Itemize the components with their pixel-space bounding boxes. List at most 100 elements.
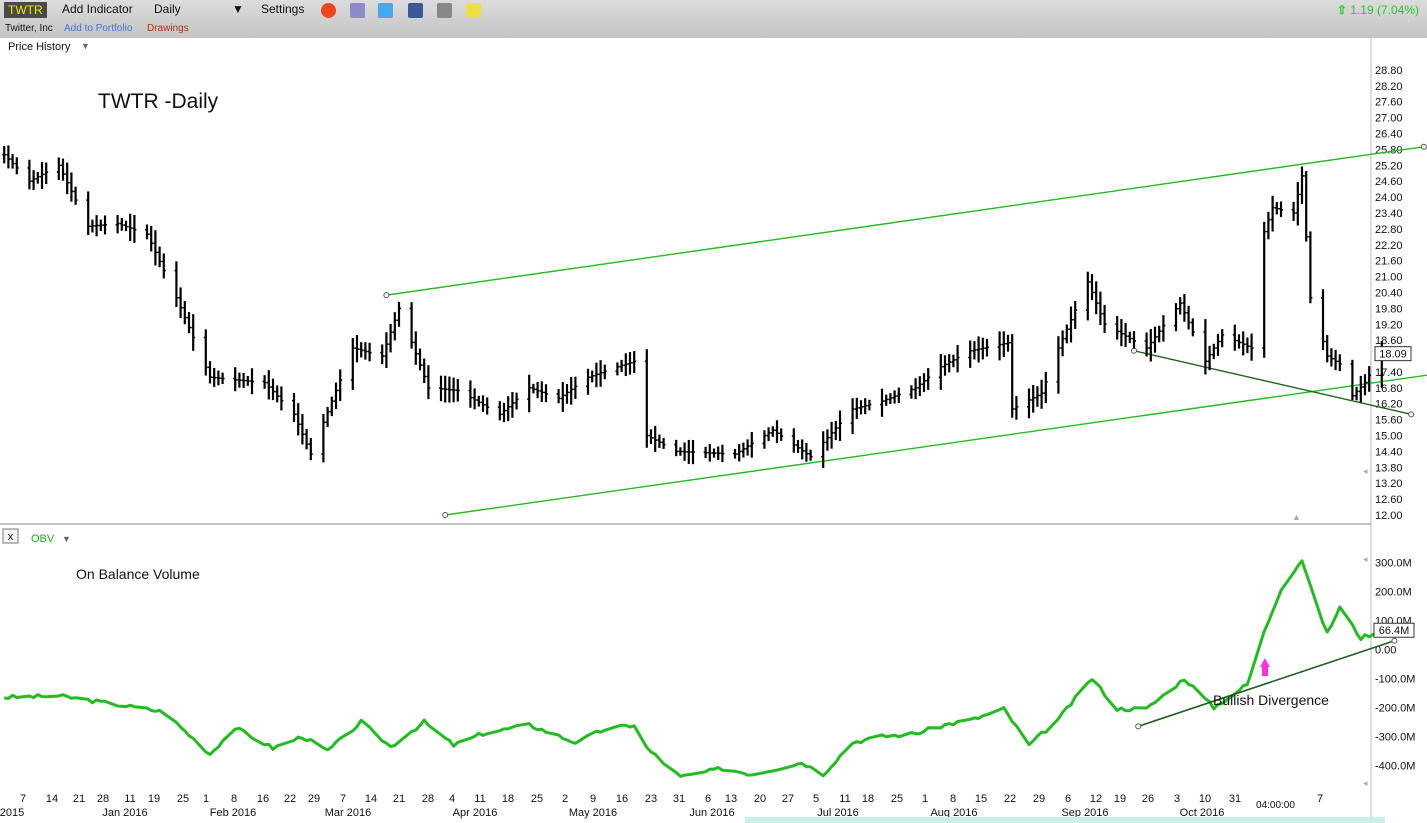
trendline-handle[interactable] — [1135, 723, 1142, 730]
price-tick-label: 13.80 — [1375, 462, 1403, 474]
price-tick-label: 28.20 — [1375, 81, 1403, 93]
up-arrow-icon: ⇧ — [1336, 3, 1347, 17]
obv-axis-bottom-arrow-icon[interactable]: ◂ — [1363, 778, 1368, 788]
x-day-tick-label: 8 — [231, 793, 237, 805]
close-icon[interactable]: x — [8, 531, 14, 543]
x-day-tick-label: 14 — [46, 793, 58, 805]
x-day-tick-label: 25 — [531, 793, 543, 805]
last-price-label: 18.09 — [1379, 349, 1407, 361]
x-day-tick-label: 18 — [502, 793, 514, 805]
price-history-chevron-icon[interactable]: ▼ — [81, 41, 90, 51]
x-day-tick-label: 7 — [20, 793, 26, 805]
price-tick-label: 21.00 — [1375, 272, 1403, 284]
twitter-icon[interactable] — [378, 3, 393, 18]
price-tick-label: 28.80 — [1375, 65, 1403, 77]
facebook-icon[interactable] — [408, 3, 423, 18]
price-tick-label: 27.00 — [1375, 113, 1403, 125]
price-tick-label: 19.80 — [1375, 303, 1403, 315]
x-day-tick-label: 31 — [673, 793, 685, 805]
obv-last-value-marker: 66.4M — [1373, 622, 1415, 638]
x-day-tick-label: 15 — [975, 793, 987, 805]
ticker-symbol[interactable]: TWTR — [4, 2, 47, 18]
x-day-tick-label: 1 — [203, 793, 209, 805]
price-change: ⇧ 1.19 (7.04%) — [1337, 3, 1419, 17]
x-day-tick-label: 5 — [813, 793, 819, 805]
trendline-handle[interactable] — [1408, 411, 1415, 418]
x-month-label: May 2016 — [569, 807, 617, 819]
chart-area: Price History ▼ TWTR -Daily 28.8028.2027… — [0, 38, 1427, 823]
x-day-tick-label: 26 — [1142, 793, 1154, 805]
scroll-up-icon[interactable]: ▲ — [1292, 512, 1301, 522]
alarm-clock-icon[interactable] — [321, 3, 336, 18]
add-to-portfolio-link[interactable]: Add to Portfolio — [64, 23, 132, 34]
price-tick-label: 24.00 — [1375, 192, 1403, 204]
obv-chevron-icon[interactable]: ▼ — [62, 534, 71, 544]
book-icon[interactable] — [350, 3, 365, 18]
trendline-handle[interactable] — [1131, 347, 1137, 354]
last-price-marker: 18.09 — [1374, 346, 1412, 362]
settings-button[interactable]: Settings — [261, 2, 304, 16]
chart-title: TWTR -Daily — [98, 90, 219, 113]
trendline-handle[interactable] — [1391, 637, 1398, 644]
x-day-tick-label: 27 — [782, 793, 794, 805]
price-tick-label: 20.40 — [1375, 287, 1403, 299]
note-icon[interactable] — [466, 3, 481, 18]
price-tick-label: 12.60 — [1375, 494, 1403, 506]
x-day-tick-label: 7 — [1317, 793, 1323, 805]
obv-title: On Balance Volume — [76, 566, 200, 582]
toolbar: TWTR Add Indicator Daily ▼ Settings Twit… — [0, 0, 1427, 39]
price-tick-label: 26.40 — [1375, 129, 1403, 141]
price-history-label[interactable]: Price History — [8, 41, 71, 53]
camera-icon[interactable] — [437, 3, 452, 18]
timeline-scrollbar[interactable] — [745, 817, 1385, 823]
divergence-arrow-shaft — [1262, 667, 1268, 676]
price-tick-label: 23.40 — [1375, 208, 1403, 220]
x-day-tick-label: 28 — [97, 793, 109, 805]
x-day-tick-label: 31 — [1229, 793, 1241, 805]
x-day-tick-label: 28 — [422, 793, 434, 805]
x-day-tick-label: 16 — [257, 793, 269, 805]
x-day-tick-label: 22 — [1004, 793, 1016, 805]
x-month-label: Apr 2016 — [453, 807, 498, 819]
price-tick-label: 13.20 — [1375, 478, 1403, 490]
time-label: 04:00:00 — [1256, 800, 1295, 811]
x-day-tick-label: 14 — [365, 793, 377, 805]
chevron-down-icon[interactable]: ▼ — [232, 2, 244, 16]
obv-tick-label: 200.0M — [1375, 587, 1412, 599]
x-day-tick-label: 2 — [562, 793, 568, 805]
x-day-tick-label: 4 — [449, 793, 455, 805]
trendline-handle[interactable] — [442, 512, 449, 518]
x-day-tick-label: 29 — [1033, 793, 1045, 805]
price-tick-label: 17.40 — [1375, 367, 1403, 379]
x-day-tick-label: 29 — [308, 793, 320, 805]
obv-indicator-label[interactable]: OBV — [31, 533, 55, 545]
x-day-tick-label: 23 — [645, 793, 657, 805]
x-month-label: Mar 2016 — [325, 807, 371, 819]
drawings-link[interactable]: Drawings — [147, 23, 189, 34]
x-month-label: Feb 2016 — [210, 807, 256, 819]
x-day-tick-label: 13 — [725, 793, 737, 805]
interval-select[interactable]: Daily — [154, 2, 181, 16]
x-month-label: Jun 2016 — [689, 807, 734, 819]
price-change-value: 1.19 (7.04%) — [1350, 3, 1419, 17]
price-tick-label: 14.40 — [1375, 446, 1403, 458]
obv-tick-label: -100.0M — [1375, 674, 1415, 686]
price-tick-label: 12.00 — [1375, 510, 1403, 522]
x-day-tick-label: 9 — [590, 793, 596, 805]
price-tick-label: 22.20 — [1375, 240, 1403, 252]
price-tick-label: 15.60 — [1375, 415, 1403, 427]
x-day-tick-label: 12 — [1090, 793, 1102, 805]
x-day-tick-label: 19 — [148, 793, 160, 805]
axis-left-arrow-icon[interactable]: ◂ — [1363, 466, 1368, 476]
price-tick-label: 19.20 — [1375, 319, 1403, 331]
x-day-tick-label: 6 — [705, 793, 711, 805]
obv-tick-label: -300.0M — [1375, 732, 1415, 744]
x-month-label: Jan 2016 — [102, 807, 147, 819]
price-tick-label: 27.60 — [1375, 97, 1403, 109]
add-indicator-button[interactable]: Add Indicator — [62, 2, 133, 16]
obv-tick-label: -400.0M — [1375, 761, 1415, 773]
obv-axis-top-arrow-icon[interactable]: ◂ — [1363, 554, 1368, 564]
price-tick-label: 16.80 — [1375, 383, 1403, 395]
trendline-handle[interactable] — [383, 292, 390, 299]
trendline-handle[interactable] — [1420, 143, 1427, 150]
